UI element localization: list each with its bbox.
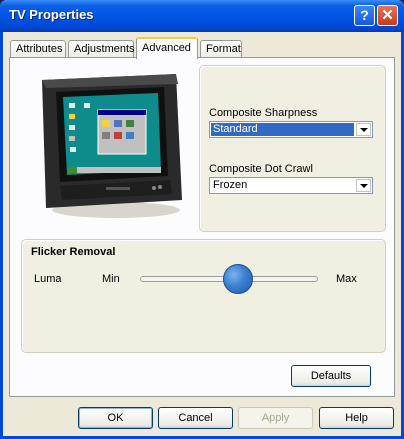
close-icon: ✕ <box>381 7 394 24</box>
slider-max-label: Max <box>336 273 357 285</box>
close-title-button[interactable]: ✕ <box>377 5 398 26</box>
composite-dot-crawl-select[interactable]: Frozen <box>209 177 373 194</box>
tv-properties-window: TV Properties ? ✕ Attributes Adjustments… <box>0 0 404 439</box>
cancel-button[interactable]: Cancel <box>158 407 233 429</box>
composite-sharpness-select[interactable]: Standard <box>209 121 373 138</box>
chevron-down-icon[interactable] <box>356 123 371 136</box>
tab-label: Attributes <box>16 43 63 55</box>
composite-group <box>199 65 386 232</box>
tab-label: Format <box>206 43 241 55</box>
help-button[interactable]: Help <box>319 407 394 429</box>
composite-dot-crawl-value: Frozen <box>213 179 248 191</box>
apply-button[interactable]: Apply <box>238 407 313 429</box>
tab-adjustments[interactable]: Adjustments <box>68 40 135 58</box>
question-icon: ? <box>360 7 369 23</box>
window-title: TV Properties <box>9 7 94 22</box>
tab-format[interactable]: Format <box>200 40 242 58</box>
luma-label: Luma <box>34 273 62 285</box>
composite-dot-crawl-label: Composite Dot Crawl <box>209 163 313 175</box>
window-border-left <box>0 32 3 439</box>
chevron-down-icon[interactable] <box>356 179 371 192</box>
tv-icon <box>42 74 182 218</box>
flicker-removal-title: Flicker Removal <box>31 246 116 258</box>
title-bar[interactable]: TV Properties ? ✕ <box>0 0 404 32</box>
defaults-button[interactable]: Defaults <box>291 365 371 387</box>
ok-button[interactable]: OK <box>78 407 153 429</box>
tab-label: Advanced <box>142 42 191 54</box>
tab-attributes[interactable]: Attributes <box>10 40 66 58</box>
composite-sharpness-value: Standard <box>211 123 354 136</box>
composite-sharpness-label: Composite Sharpness <box>209 107 318 119</box>
tab-label: Adjustments <box>74 43 135 55</box>
help-title-button[interactable]: ? <box>354 5 375 26</box>
tab-advanced[interactable]: Advanced <box>136 37 198 59</box>
slider-min-label: Min <box>102 273 120 285</box>
luma-slider-thumb[interactable] <box>222 264 253 294</box>
